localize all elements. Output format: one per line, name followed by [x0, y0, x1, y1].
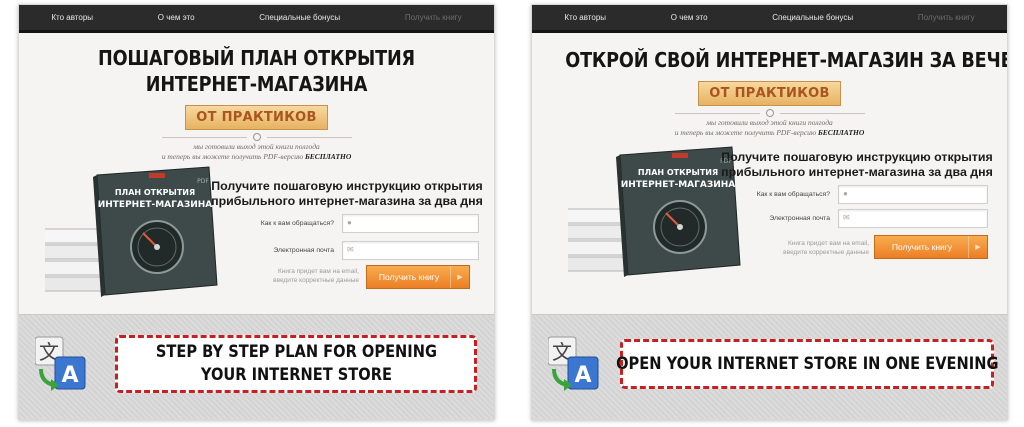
email-hint: Книга придет вам на email, введите корре…	[764, 239, 869, 257]
get-book-button-label: Получить книгу	[378, 272, 440, 282]
svg-text:A: A	[61, 363, 78, 388]
email-input[interactable]: ✉	[838, 209, 988, 228]
book-title-2: ИНТЕРНЕТ-МАГАЗИНА	[98, 200, 213, 210]
hint-line-1: Книга придет вам на email,	[787, 240, 869, 247]
book-title-1: ПЛАН ОТКРЫТИЯ	[115, 188, 195, 197]
caption-line-1: STEP BY STEP PLAN FOR OPENING	[155, 342, 437, 362]
caption-line-2: YOUR INTERNET STORE	[200, 365, 392, 385]
hint-line-2: введите корректные данные	[273, 277, 359, 284]
hint-line-2: введите корректные данные	[783, 249, 869, 256]
nav-about[interactable]: О чем это	[671, 13, 708, 22]
practitioners-plate: ОТ ПРАКТИКОВ	[698, 81, 841, 106]
hint-line-1: Книга придет вам на email,	[277, 268, 359, 275]
form-title-2: прибыльного интернет-магазина за два дня	[721, 165, 993, 179]
nav-get-book[interactable]: Получить книгу	[918, 13, 975, 22]
form-title-1: Получите пошаговую инструкцию открытия	[211, 179, 483, 193]
name-label: Как к вам обращаться?	[260, 220, 334, 227]
form-heading: Получите пошаговую инструкцию открытия п…	[717, 150, 997, 180]
divider	[674, 108, 865, 118]
book-title-1: ПЛАН ОТКРЫТИЯ	[638, 168, 718, 177]
email-row: Электронная почта ✉	[254, 241, 479, 260]
form-title-2: прибыльного интернет-магазина за два дня	[211, 194, 483, 208]
free-pdf-note: мы готовили выход этой книги полгода и т…	[532, 118, 1007, 138]
email-label: Электронная почта	[769, 215, 830, 222]
nav-bonuses[interactable]: Специальные бонусы	[772, 13, 853, 22]
user-icon: ●	[347, 218, 352, 227]
note-line-2: и теперь вы можете получить PDF-версию	[674, 128, 818, 137]
email-input[interactable]: ✉	[342, 241, 479, 260]
nav-about[interactable]: О чем это	[158, 13, 195, 22]
landing-preview-right: Кто авторы О чем это Специальные бонусы …	[531, 4, 1008, 420]
name-input[interactable]: ●	[342, 214, 479, 233]
translate-icon: 文 A	[35, 336, 86, 391]
headline-line-2: ИНТЕРНЕТ-МАГАЗИНА	[145, 72, 368, 96]
caption-area: 文 A OPEN YOUR INTERNET STORE IN ONE EVEN…	[532, 314, 1007, 419]
note-line-1: мы готовили выход этой книги полгода	[706, 118, 833, 127]
nav-authors[interactable]: Кто авторы	[51, 13, 93, 22]
arrow-right-icon: ▶	[450, 266, 469, 288]
get-book-button[interactable]: Получить книгу ▶	[366, 265, 470, 289]
nav-get-book[interactable]: Получить книгу	[405, 13, 462, 22]
user-icon: ●	[843, 189, 848, 198]
form-heading: Получите пошаговую инструкцию открытия п…	[207, 179, 487, 209]
email-row: Электронная почта ✉	[750, 209, 988, 228]
nav-authors[interactable]: Кто авторы	[564, 13, 606, 22]
headline-line-1: ПОШАГОВЫЙ ПЛАН ОТКРЫТИЯ	[98, 46, 415, 70]
caption-box: OPEN YOUR INTERNET STORE IN ONE EVENING	[616, 339, 998, 389]
landing-preview-left: Кто авторы О чем это Специальные бонусы …	[18, 4, 495, 420]
form-title-1: Получите пошаговую инструкцию открытия	[721, 150, 993, 164]
headline-line-1: ОТКРОЙ СВОЙ ИНТЕРНЕТ-МАГАЗИН ЗА ВЕЧЕР	[565, 48, 1008, 72]
free-pdf-note: мы готовили выход этой книги полгода и т…	[19, 142, 494, 162]
arrow-right-icon: ▶	[968, 236, 987, 258]
headline: ПОШАГОВЫЙ ПЛАН ОТКРЫТИЯ ИНТЕРНЕТ-МАГАЗИН…	[19, 45, 494, 97]
email-label: Электронная почта	[273, 247, 334, 254]
headline: ОТКРОЙ СВОЙ ИНТЕРНЕТ-МАГАЗИН ЗА ВЕЧЕР	[532, 47, 1007, 73]
caption-box: STEP BY STEP PLAN FOR OPENING YOUR INTER…	[115, 335, 477, 393]
nav-bonuses[interactable]: Специальные бонусы	[259, 13, 340, 22]
caption-area: 文 A STEP BY STEP PLAN FOR OPENING YOUR I…	[19, 314, 494, 419]
name-row: Как к вам обращаться? ●	[254, 214, 479, 233]
name-row: Как к вам обращаться? ●	[750, 185, 988, 204]
name-label: Как к вам обращаться?	[756, 191, 830, 198]
divider	[161, 132, 352, 142]
note-line-2: и теперь вы можете получить PDF-версию	[161, 152, 305, 161]
get-book-button-label: Получить книгу	[891, 242, 953, 252]
practitioners-plate: ОТ ПРАКТИКОВ	[185, 105, 328, 130]
note-free: БЕСПЛАТНО	[817, 128, 865, 137]
mail-icon: ✉	[347, 245, 354, 254]
book-title-2: ИНТЕРНЕТ-МАГАЗИНА	[621, 180, 736, 190]
top-nav: Кто авторы О чем это Специальные бонусы …	[19, 5, 494, 33]
caption-line-1: OPEN YOUR INTERNET STORE IN ONE EVENING	[615, 353, 999, 374]
book-cover-image: ПЛАН ОТКРЫТИЯ ИНТЕРНЕТ-МАГАЗИНА PDF	[45, 166, 218, 297]
email-hint: Книга придет вам на email, введите корре…	[254, 267, 359, 285]
name-input[interactable]: ●	[838, 185, 988, 204]
top-nav: Кто авторы О чем это Специальные бонусы …	[532, 5, 1007, 33]
note-free: БЕСПЛАТНО	[304, 152, 352, 161]
mail-icon: ✉	[843, 213, 850, 222]
note-line-1: мы готовили выход этой книги полгода	[193, 142, 320, 151]
get-book-button[interactable]: Получить книгу ▶	[874, 235, 988, 259]
